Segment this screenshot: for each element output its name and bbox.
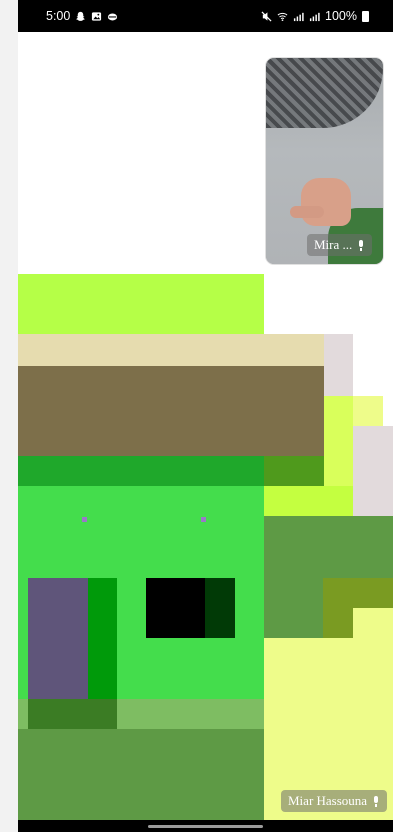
video-block	[201, 517, 206, 522]
video-block	[18, 729, 264, 820]
video-block	[324, 334, 353, 396]
signal-icon	[293, 12, 304, 21]
video-block	[28, 699, 117, 729]
remote-name: Miar Hassouna	[288, 793, 368, 808]
video-block	[264, 578, 323, 638]
self-name-tag: Mira ...	[307, 234, 373, 256]
video-block	[323, 578, 393, 608]
gallery-icon	[92, 11, 102, 21]
video-block	[323, 608, 353, 638]
self-name: Mira ...	[314, 237, 353, 252]
battery-icon	[362, 10, 369, 22]
video-block	[353, 396, 383, 426]
video-block	[353, 608, 393, 820]
video-block	[18, 366, 324, 456]
video-block	[353, 426, 393, 516]
status-bar: 5:00 100%	[18, 0, 393, 32]
preview-hand	[301, 178, 351, 226]
status-time: 5:00	[46, 9, 71, 23]
mic-icon	[372, 795, 380, 807]
video-block	[82, 517, 87, 522]
video-block	[18, 274, 264, 336]
video-block	[18, 456, 264, 486]
video-block	[264, 456, 324, 486]
video-block	[18, 334, 324, 366]
video-block	[205, 578, 235, 638]
phone-screen: 5:00 100% Miar Hassouna Mira ...	[18, 0, 393, 832]
self-video-preview[interactable]: Mira ...	[266, 58, 383, 264]
signal-icon	[309, 12, 320, 21]
home-handle[interactable]	[148, 825, 263, 828]
mute-icon	[261, 10, 272, 22]
video-block	[264, 486, 353, 516]
preview-thumb	[290, 206, 324, 218]
video-block	[146, 578, 205, 638]
battery-percent: 100%	[325, 9, 357, 23]
video-block	[264, 516, 393, 578]
mic-icon	[357, 239, 365, 251]
remote-name-tag: Miar Hassouna	[281, 790, 388, 812]
snapchat-icon	[76, 11, 86, 21]
cloud-icon	[108, 12, 118, 20]
wifi-icon	[277, 12, 288, 21]
video-block	[324, 396, 353, 486]
navigation-bar	[18, 820, 393, 832]
